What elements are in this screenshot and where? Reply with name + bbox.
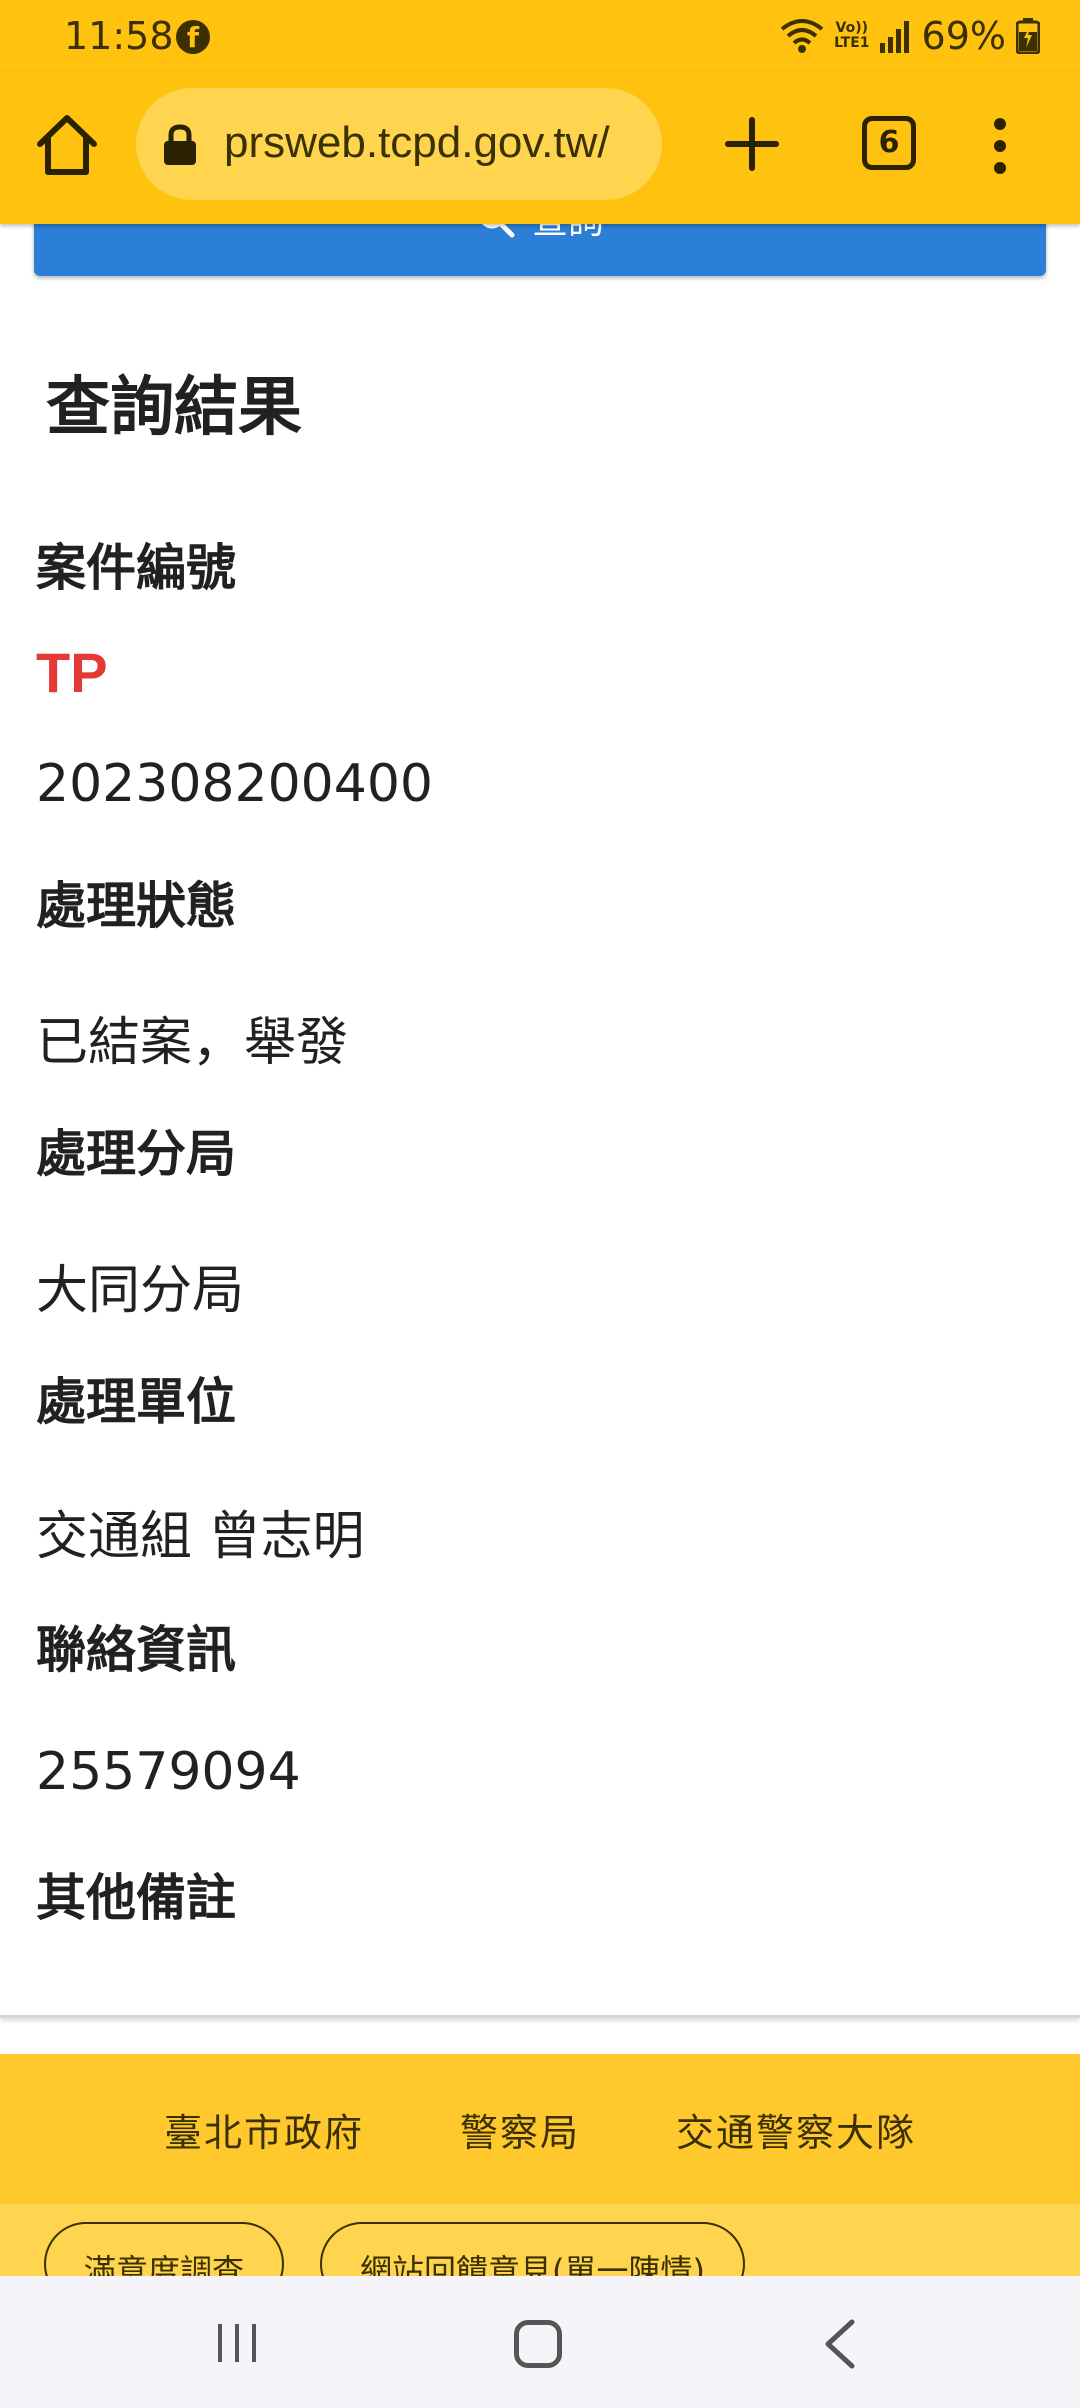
new-tab-button[interactable] <box>720 106 784 182</box>
wifi-icon <box>780 19 824 53</box>
result-card: 查詢結果 案件編號 TP 202308200400 處理狀態 已結案，舉發 處理… <box>0 276 1080 2018</box>
signal-icon <box>879 21 909 53</box>
status-bar: 11:58 f Vo)) LTE1 69% <box>0 0 1080 72</box>
status-indicators: Vo)) LTE1 69% <box>780 14 1040 58</box>
url-bar[interactable]: prsweb.tcpd.gov.tw/ <box>136 88 662 200</box>
lock-icon <box>164 124 196 165</box>
branch-value: 大同分局 <box>36 1261 245 1321</box>
facebook-icon: f <box>176 20 210 54</box>
more-vert-icon[interactable] <box>978 108 1022 184</box>
status-label: 處理狀態 <box>36 877 236 935</box>
recent-apps-icon[interactable] <box>212 2318 262 2368</box>
home-icon[interactable] <box>30 108 104 182</box>
footer-link-police[interactable]: 警察局 <box>460 2102 580 2157</box>
battery-percent: 69% <box>921 14 1006 58</box>
footer-link-taipei-city[interactable]: 臺北市政府 <box>164 2102 364 2157</box>
system-nav-bar <box>0 2276 1080 2408</box>
notes-label: 其他備註 <box>36 1869 236 1927</box>
contact-label: 聯絡資訊 <box>36 1621 236 1679</box>
battery-charging-icon <box>1016 18 1040 54</box>
case-number-value: 202308200400 <box>36 754 434 814</box>
satisfaction-survey-button[interactable]: 滿意度調查 <box>44 2222 285 2276</box>
status-time: 11:58 <box>64 14 174 58</box>
tab-switcher-button[interactable]: 6 <box>862 116 916 170</box>
back-icon[interactable] <box>820 2316 860 2372</box>
result-title: 查詢結果 <box>46 371 302 445</box>
volte-indicator: Vo)) LTE1 <box>834 21 869 51</box>
footer-secondary: 滿意度調查 網站回饋意見(單一陳情) <box>0 2204 1080 2276</box>
unit-value: 交通組 曾志明 <box>36 1507 365 1567</box>
case-prefix: TP <box>36 641 108 704</box>
contact-value: 25579094 <box>36 1742 301 1802</box>
status-value: 已結案，舉發 <box>36 1013 349 1073</box>
unit-label: 處理單位 <box>36 1373 236 1431</box>
network-bottom-label: LTE1 <box>834 35 870 51</box>
url-text[interactable]: prsweb.tcpd.gov.tw/ <box>224 118 610 168</box>
network-top-label: Vo)) <box>835 20 869 36</box>
browser-toolbar: prsweb.tcpd.gov.tw/ 6 <box>0 72 1080 224</box>
case-number-label: 案件編號 <box>36 539 236 597</box>
footer-link-traffic-police[interactable]: 交通警察大隊 <box>676 2102 916 2157</box>
branch-label: 處理分局 <box>36 1125 236 1183</box>
site-footer: 臺北市政府 警察局 交通警察大隊 <box>0 2054 1080 2204</box>
home-nav-icon[interactable] <box>514 2320 562 2368</box>
feedback-button[interactable]: 網站回饋意見(單一陳情) <box>320 2222 745 2276</box>
